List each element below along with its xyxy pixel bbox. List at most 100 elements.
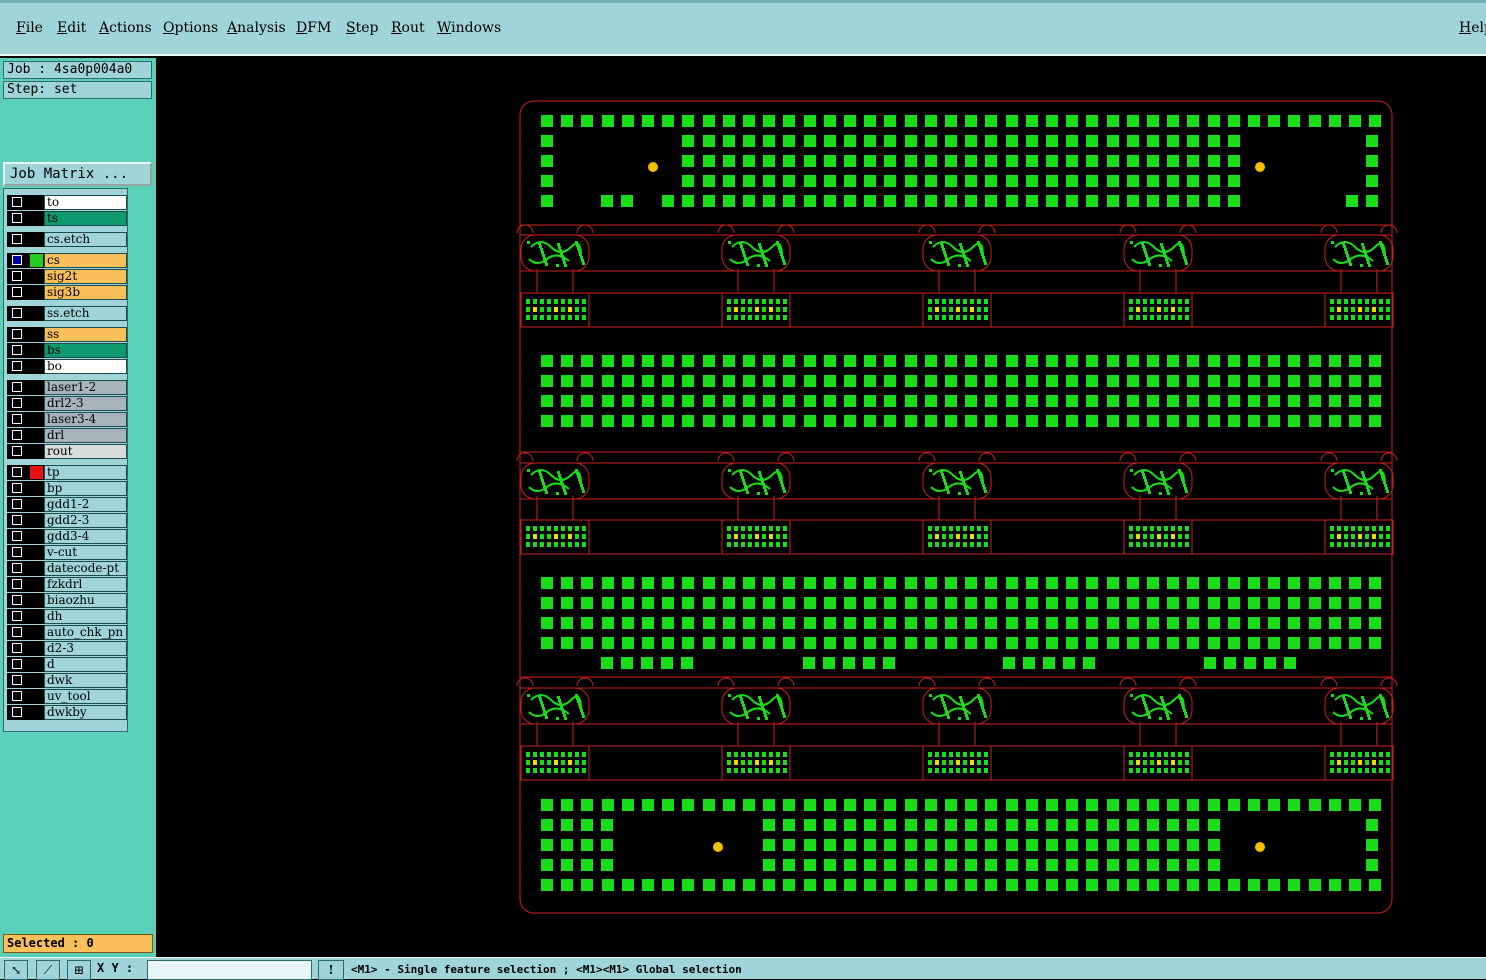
layer-checkbox[interactable] xyxy=(12,382,22,392)
layer-row-dwk[interactable]: dwk xyxy=(7,673,127,688)
layer-checkbox[interactable] xyxy=(12,611,22,621)
layer-color-swatch[interactable] xyxy=(30,466,43,479)
layer-checkbox[interactable] xyxy=(12,329,22,339)
menu-dfm[interactable]: DFM xyxy=(296,20,331,36)
layer-name[interactable]: bp xyxy=(44,481,127,496)
layer-checkbox[interactable] xyxy=(12,446,22,456)
layer-checkbox[interactable] xyxy=(12,547,22,557)
menu-edit[interactable]: Edit xyxy=(57,20,86,36)
layer-row-tp[interactable]: tp xyxy=(7,465,127,480)
layer-row-dh[interactable]: dh xyxy=(7,609,127,624)
layer-checkbox[interactable] xyxy=(12,287,22,297)
layer-row-to[interactable]: to xyxy=(7,195,127,210)
layer-name[interactable]: tp xyxy=(44,465,127,480)
layer-checkbox[interactable] xyxy=(12,414,22,424)
layer-row-ts[interactable]: ts xyxy=(7,211,127,226)
layer-name[interactable]: auto_chk_pn xyxy=(44,625,127,640)
layer-checkbox[interactable] xyxy=(12,361,22,371)
layer-name[interactable]: d2-3 xyxy=(44,641,127,656)
layer-checkbox[interactable] xyxy=(12,398,22,408)
layer-name[interactable]: bs xyxy=(44,343,127,358)
layer-name[interactable]: dwkby xyxy=(44,705,127,720)
layer-name[interactable]: ss xyxy=(44,327,127,342)
layer-checkbox[interactable] xyxy=(12,255,22,265)
layer-checkbox[interactable] xyxy=(12,234,22,244)
menu-analysis[interactable]: Analysis xyxy=(227,20,286,36)
layer-checkbox[interactable] xyxy=(12,515,22,525)
layer-row-datecode-pt[interactable]: datecode-pt xyxy=(7,561,127,576)
layer-row-laser1-2[interactable]: laser1-2 xyxy=(7,380,127,395)
layer-row-cs.etch[interactable]: cs.etch xyxy=(7,232,127,247)
menu-windows[interactable]: Windows xyxy=(437,20,501,36)
layer-row-fzkdrl[interactable]: fzkdrl xyxy=(7,577,127,592)
layer-name[interactable]: laser1-2 xyxy=(44,380,127,395)
grid-snap-icon[interactable]: ⊞ xyxy=(67,960,91,980)
layer-name[interactable]: gdd2-3 xyxy=(44,513,127,528)
menu-step[interactable]: Step xyxy=(346,20,378,36)
layer-checkbox[interactable] xyxy=(12,627,22,637)
layer-row-bs[interactable]: bs xyxy=(7,343,127,358)
layer-row-laser3-4[interactable]: laser3-4 xyxy=(7,412,127,427)
layer-row-bo[interactable]: bo xyxy=(7,359,127,374)
layer-checkbox[interactable] xyxy=(12,563,22,573)
layer-checkbox[interactable] xyxy=(12,691,22,701)
layer-row-auto_chk_pn[interactable]: auto_chk_pn xyxy=(7,625,127,640)
layer-name[interactable]: dh xyxy=(44,609,127,624)
layer-checkbox[interactable] xyxy=(12,271,22,281)
layer-checkbox[interactable] xyxy=(12,659,22,669)
layer-row-gdd3-4[interactable]: gdd3-4 xyxy=(7,529,127,544)
layer-checkbox[interactable] xyxy=(12,579,22,589)
layer-row-sig3b[interactable]: sig3b xyxy=(7,285,127,300)
layer-color-swatch[interactable] xyxy=(30,254,43,267)
layer-name[interactable]: drl xyxy=(44,428,127,443)
layer-row-d2-3[interactable]: d2-3 xyxy=(7,641,127,656)
zoom-area-icon[interactable]: ⤡ xyxy=(4,960,28,980)
layer-checkbox[interactable] xyxy=(12,467,22,477)
layer-row-cs[interactable]: cs xyxy=(7,253,127,268)
layer-checkbox[interactable] xyxy=(12,483,22,493)
menu-actions[interactable]: Actions xyxy=(99,20,152,36)
layer-name[interactable]: v-cut xyxy=(44,545,127,560)
layer-name[interactable]: bo xyxy=(44,359,127,374)
layer-row-drl2-3[interactable]: drl2-3 xyxy=(7,396,127,411)
layer-row-bp[interactable]: bp xyxy=(7,481,127,496)
layer-name[interactable]: uv_tool xyxy=(44,689,127,704)
layer-row-uv_tool[interactable]: uv_tool xyxy=(7,689,127,704)
menu-options[interactable]: Options xyxy=(163,20,218,36)
layer-name[interactable]: rout xyxy=(44,444,127,459)
layer-checkbox[interactable] xyxy=(12,197,22,207)
layer-row-ss[interactable]: ss xyxy=(7,327,127,342)
menu-rout[interactable]: Rout xyxy=(391,20,425,36)
layer-row-gdd2-3[interactable]: gdd2-3 xyxy=(7,513,127,528)
layer-row-ss.etch[interactable]: ss.etch xyxy=(7,306,127,321)
menu-help[interactable]: Help xyxy=(1459,20,1486,36)
layer-checkbox[interactable] xyxy=(12,345,22,355)
layer-checkbox[interactable] xyxy=(12,595,22,605)
layer-row-rout[interactable]: rout xyxy=(7,444,127,459)
layer-row-v-cut[interactable]: v-cut xyxy=(7,545,127,560)
layer-name[interactable]: cs xyxy=(44,253,127,268)
layer-name[interactable]: d xyxy=(44,657,127,672)
layer-row-d[interactable]: d xyxy=(7,657,127,672)
layer-checkbox[interactable] xyxy=(12,531,22,541)
layer-checkbox[interactable] xyxy=(12,499,22,509)
layer-row-dwkby[interactable]: dwkby xyxy=(7,705,127,720)
layer-name[interactable]: dwk xyxy=(44,673,127,688)
layer-name[interactable]: fzkdrl xyxy=(44,577,127,592)
measure-icon[interactable]: ⟋ xyxy=(36,960,60,980)
layer-checkbox[interactable] xyxy=(12,430,22,440)
layer-name[interactable]: datecode-pt xyxy=(44,561,127,576)
layer-name[interactable]: gdd1-2 xyxy=(44,497,127,512)
layer-checkbox[interactable] xyxy=(12,213,22,223)
layer-name[interactable]: ts xyxy=(44,211,127,226)
layer-name[interactable]: drl2-3 xyxy=(44,396,127,411)
layer-name[interactable]: cs.etch xyxy=(44,232,127,247)
layer-name[interactable]: laser3-4 xyxy=(44,412,127,427)
layer-checkbox[interactable] xyxy=(12,308,22,318)
layer-name[interactable]: sig3b xyxy=(44,285,127,300)
layer-row-sig2t[interactable]: sig2t xyxy=(7,269,127,284)
layer-row-biaozhu[interactable]: biaozhu xyxy=(7,593,127,608)
alert-icon[interactable]: ! xyxy=(318,960,344,980)
layer-checkbox[interactable] xyxy=(12,675,22,685)
layer-name[interactable]: sig2t xyxy=(44,269,127,284)
